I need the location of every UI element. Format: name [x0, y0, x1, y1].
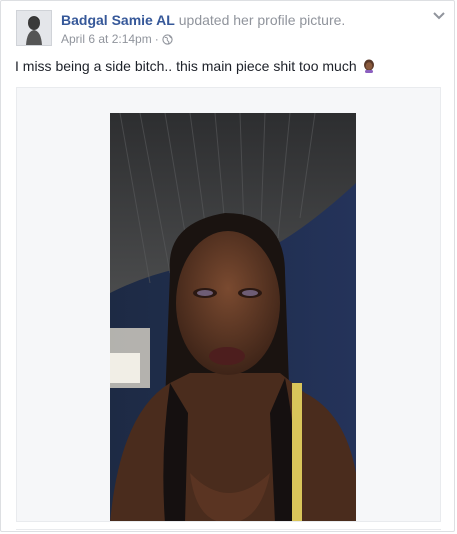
post-header: Badgal Samie AL updated her profile pict… [61, 12, 345, 29]
post-text: I miss being a side bitch.. this main pi… [15, 58, 376, 74]
photo-container[interactable] [16, 87, 441, 522]
divider [16, 529, 441, 530]
post-action-text: updated her profile picture. [178, 12, 346, 28]
post-meta: April 6 at 2:14pm · [61, 32, 173, 46]
post-card: Badgal Samie AL updated her profile pict… [0, 0, 455, 532]
avatar[interactable] [16, 10, 52, 46]
chevron-down-icon[interactable] [432, 11, 446, 21]
meta-separator: · [154, 32, 159, 46]
post-text-content: I miss being a side bitch.. this main pi… [15, 58, 357, 74]
globe-icon[interactable] [162, 33, 173, 45]
woman-emoji-icon [363, 59, 374, 73]
timestamp-link[interactable]: April 6 at 2:14pm [61, 32, 152, 46]
profile-photo[interactable] [110, 113, 356, 522]
author-link[interactable]: Badgal Samie AL [61, 12, 175, 28]
avatar-image [17, 11, 51, 45]
